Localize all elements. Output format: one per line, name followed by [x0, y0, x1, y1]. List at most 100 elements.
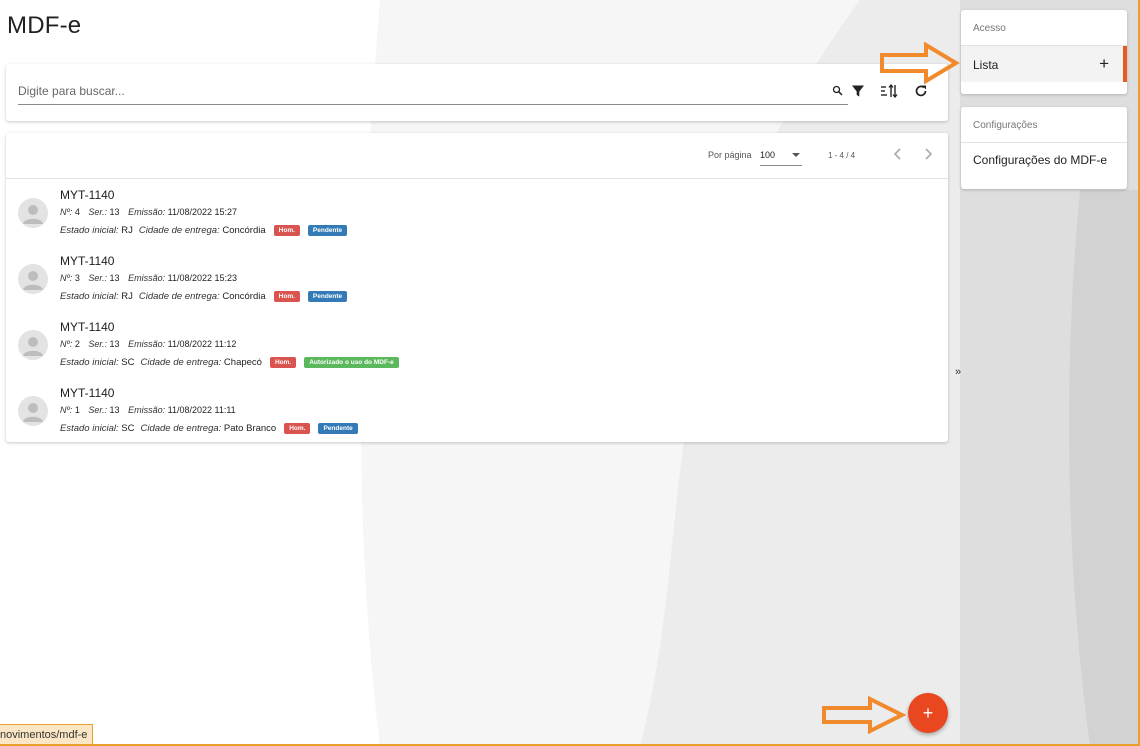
cidade-value: Concórdia [222, 291, 266, 302]
ambiente-badge: Hom. [284, 423, 311, 434]
cidade-label: Cidade de entrega: [140, 423, 222, 434]
item-details: Nº: 4 Ser.: 13 Emissão: 11/08/2022 15:27 [60, 207, 237, 217]
emissao-value: 11/08/2022 15:23 [167, 273, 238, 283]
search-toolbar [6, 64, 948, 121]
cidade-label: Cidade de entrega: [140, 357, 222, 368]
numero-label: Nº: [60, 207, 73, 217]
emissao-label: Emissão: [128, 207, 166, 217]
serie-value: 13 [109, 405, 120, 415]
chevron-right-icon [923, 147, 933, 165]
item-route: Estado inicial: RJ Cidade de entrega: Co… [60, 225, 348, 236]
emissao-label: Emissão: [128, 405, 166, 415]
annotation-arrow-icon [822, 696, 906, 734]
item-details: Nº: 2 Ser.: 13 Emissão: 11/08/2022 11:12 [60, 339, 236, 349]
serie-label: Ser.: [88, 273, 108, 283]
per-page-value: 100 [760, 150, 776, 160]
status-badge: Pendente [307, 291, 348, 302]
serie-value: 13 [109, 207, 120, 217]
plus-icon: + [922, 702, 934, 723]
chevron-down-icon [792, 153, 800, 157]
sidebar-header-acesso: Acesso [961, 10, 1127, 46]
status-badge: Autorizado o uso do MDF-e [304, 357, 399, 368]
estado-value: RJ [121, 291, 133, 302]
numero-label: Nº: [60, 339, 73, 349]
serie-value: 13 [109, 339, 120, 349]
ambiente-badge: Hom. [273, 291, 300, 302]
item-details: Nº: 1 Ser.: 13 Emissão: 11/08/2022 11:11 [60, 405, 236, 415]
emissao-value: 11/08/2022 11:12 [167, 339, 237, 349]
serie-label: Ser.: [88, 339, 108, 349]
list-item[interactable]: MYT-1140 Nº: 4 Ser.: 13 Emissão: 11/08/2… [6, 180, 948, 246]
sort-button[interactable] [878, 82, 900, 104]
page-title: MDF-e [7, 12, 82, 39]
add-mdfe-fab[interactable]: + [908, 693, 948, 733]
emissao-label: Emissão: [128, 339, 166, 349]
item-route: Estado inicial: SC Cidade de entrega: Ch… [60, 357, 399, 368]
cidade-value: Chapecó [223, 357, 262, 368]
list-item[interactable]: MYT-1140 Nº: 3 Ser.: 13 Emissão: 11/08/2… [6, 246, 948, 312]
filter-icon [851, 84, 865, 103]
ambiente-badge: Hom. [269, 357, 297, 368]
estado-label: Estado inicial: [60, 291, 119, 302]
sidebar-header-configuracoes: Configurações [961, 107, 1127, 143]
ambiente-badge: Hom. [273, 225, 300, 236]
range-label: 1 - 4 / 4 [828, 151, 856, 160]
cidade-value: Pato Branco [223, 423, 277, 434]
search-field [18, 78, 848, 105]
numero-label: Nº: [60, 405, 73, 415]
serie-value: 13 [109, 273, 120, 283]
avatar [18, 396, 48, 426]
filter-button[interactable] [847, 82, 869, 104]
previous-page-button[interactable] [888, 146, 908, 166]
sidebar-item-label: Lista [973, 58, 999, 72]
sidebar-collapse-toggle[interactable]: » [955, 366, 961, 378]
cidade-label: Cidade de entrega: [138, 291, 220, 302]
serie-label: Ser.: [88, 405, 108, 415]
estado-value: RJ [121, 225, 133, 236]
sidebar-item-configuracoes-mdfe[interactable]: Configurações do MDF-e [961, 143, 1127, 189]
list-item[interactable]: MYT-1140 Nº: 2 Ser.: 13 Emissão: 11/08/2… [6, 312, 948, 378]
list-item[interactable]: MYT-1140 Nº: 1 Ser.: 13 Emissão: 11/08/2… [6, 378, 948, 444]
numero-value: 3 [74, 273, 80, 283]
chevron-left-icon [893, 147, 903, 165]
item-title: MYT-1140 [60, 254, 115, 268]
avatar [18, 198, 48, 228]
cidade-label: Cidade de entrega: [138, 225, 220, 236]
refresh-icon [914, 84, 928, 103]
cidade-value: Concórdia [222, 225, 266, 236]
status-badge: Pendente [307, 225, 348, 236]
emissao-value: 11/08/2022 15:27 [167, 207, 238, 217]
estado-label: Estado inicial: [60, 225, 119, 236]
item-route: Estado inicial: RJ Cidade de entrega: Co… [60, 291, 348, 302]
paginator: Por página 100 1 - 4 / 4 [6, 133, 948, 179]
emissao-label: Emissão: [128, 273, 166, 283]
sidebar-item-label: Configurações do MDF-e [973, 153, 1108, 167]
numero-value: 1 [74, 405, 80, 415]
sidebar-configuracoes: Configurações Configurações do MDF-e [961, 107, 1127, 189]
sort-icon [880, 83, 898, 103]
estado-label: Estado inicial: [60, 423, 119, 434]
sidebar-item-lista[interactable]: Lista + [961, 46, 1127, 82]
next-page-button[interactable] [918, 146, 938, 166]
estado-label: Estado inicial: [60, 357, 119, 368]
status-badge: Pendente [318, 423, 358, 434]
search-input[interactable] [18, 81, 818, 101]
item-title: MYT-1140 [60, 320, 115, 334]
avatar [18, 330, 48, 360]
estado-value: SC [121, 357, 135, 368]
avatar [18, 264, 48, 294]
item-route: Estado inicial: SC Cidade de entrega: Pa… [60, 423, 358, 434]
per-page-select[interactable]: 100 [760, 148, 802, 166]
search-icon[interactable] [832, 84, 844, 96]
sidebar-acesso: Acesso Lista + [961, 10, 1127, 94]
mdfe-list: Por página 100 1 - 4 / 4 MYT-1140 Nº: 4 … [6, 133, 948, 442]
add-icon[interactable]: + [1099, 54, 1109, 74]
numero-label: Nº: [60, 273, 73, 283]
item-title: MYT-1140 [60, 188, 115, 202]
item-title: MYT-1140 [60, 386, 115, 400]
per-page-label: Por página [708, 150, 752, 160]
status-bar-url: novimentos/mdf-e [0, 724, 94, 746]
refresh-button[interactable] [910, 82, 932, 104]
emissao-value: 11/08/2022 11:11 [167, 405, 236, 415]
item-details: Nº: 3 Ser.: 13 Emissão: 11/08/2022 15:23 [60, 273, 237, 283]
